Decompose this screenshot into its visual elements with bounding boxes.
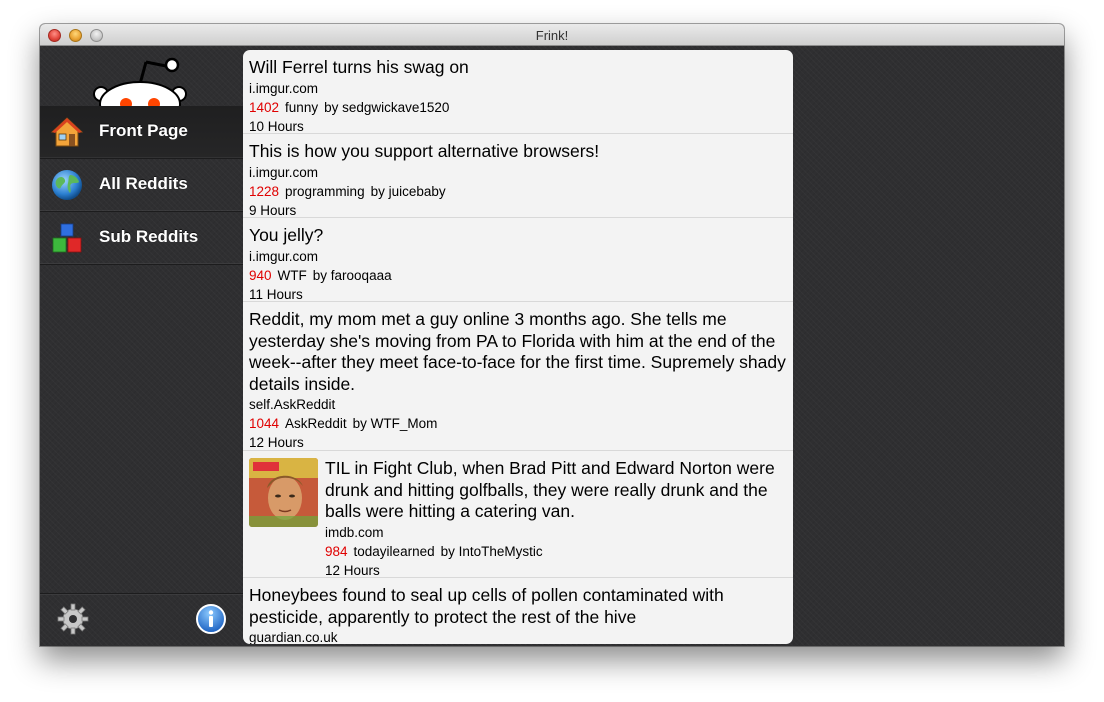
blocks-icon xyxy=(52,223,82,253)
post-subreddit[interactable]: programming xyxy=(285,184,365,199)
sidebar: Front Page All Reddits Sub Reddits xyxy=(40,46,243,646)
post-author: by IntoTheMystic xyxy=(440,543,543,559)
post-author: by WTF_Mom xyxy=(352,416,438,431)
globe-icon xyxy=(52,170,82,200)
sidebar-item-label: All Reddits xyxy=(99,174,188,193)
post-author: by sedgwickave1520 xyxy=(324,99,450,115)
app-window: Frink! Front Page All Reddits Sub Reddit… xyxy=(40,24,1064,646)
sidebar-footer xyxy=(40,593,243,646)
post-subreddit[interactable]: funny xyxy=(285,100,318,115)
post-domain: i.imgur.com xyxy=(249,164,319,180)
sidebar-item-sub-reddits[interactable]: Sub Reddits xyxy=(40,212,243,265)
list-item[interactable]: TIL in Fight Club, when Brad Pitt and Ed… xyxy=(243,451,793,578)
post-list: Will Ferrel turns his swag on i.imgur.co… xyxy=(243,50,793,644)
list-item[interactable]: Will Ferrel turns his swag on i.imgur.co… xyxy=(243,50,793,134)
list-item[interactable]: This is how you support alternative brow… xyxy=(243,134,793,218)
info-icon[interactable] xyxy=(195,603,227,635)
reddit-alien-logo xyxy=(93,57,187,106)
sidebar-item-all-reddits[interactable]: All Reddits xyxy=(40,159,243,212)
window-title: Frink! xyxy=(535,28,569,43)
post-domain: imdb.com xyxy=(325,524,384,540)
post-age: 12 Hours xyxy=(325,562,380,578)
post-author: by farooqaaa xyxy=(312,267,392,283)
post-title[interactable]: You jelly? xyxy=(249,225,787,247)
post-title[interactable]: Honeybees found to seal up cells of poll… xyxy=(249,585,787,628)
post-subreddit[interactable]: WTF xyxy=(278,268,307,283)
fight-club-poster-thumbnail[interactable] xyxy=(249,458,318,527)
post-domain: i.imgur.com xyxy=(249,248,319,264)
post-domain: i.imgur.com xyxy=(249,80,319,96)
post-author: by juicebaby xyxy=(370,183,446,199)
post-title[interactable]: TIL in Fight Club, when Brad Pitt and Ed… xyxy=(325,458,787,523)
sidebar-item-label: Sub Reddits xyxy=(99,227,199,246)
post-title[interactable]: Reddit, my mom met a guy online 3 months… xyxy=(249,309,787,395)
post-info-line: 940 WTF by farooqaaa xyxy=(249,266,787,285)
title-bar: Frink! xyxy=(40,24,1064,46)
post-title[interactable]: This is how you support alternative brow… xyxy=(249,141,787,163)
gear-icon[interactable] xyxy=(57,603,89,635)
list-item[interactable]: Reddit, my mom met a guy online 3 months… xyxy=(243,302,793,451)
post-age: 9 Hours xyxy=(249,202,297,218)
post-score: 1402 xyxy=(249,99,280,115)
home-icon xyxy=(51,117,83,147)
post-info-line: 1044 AskReddit by WTF_Mom xyxy=(249,414,787,433)
post-subreddit[interactable]: todayilearned xyxy=(354,544,435,559)
post-subreddit[interactable]: AskReddit xyxy=(285,416,347,431)
post-info-line: 1228 programming by juicebaby xyxy=(249,182,787,201)
list-item[interactable]: You jelly? i.imgur.com 940 WTF by farooqaa… xyxy=(243,218,793,302)
post-score: 940 xyxy=(249,267,272,283)
app-content: Front Page All Reddits Sub Reddits Will … xyxy=(40,46,1064,646)
post-score: 1228 xyxy=(249,183,280,199)
post-score: 984 xyxy=(325,543,348,559)
post-score: 1044 xyxy=(249,416,280,431)
post-age: 10 Hours xyxy=(249,118,304,134)
list-item[interactable]: Honeybees found to seal up cells of poll… xyxy=(243,578,793,644)
sidebar-nav: Front Page All Reddits Sub Reddits xyxy=(40,106,243,265)
post-age: 12 Hours xyxy=(249,435,304,450)
post-age: 11 Hours xyxy=(249,286,303,302)
post-domain: guardian.co.uk xyxy=(249,630,338,644)
post-info-line: 984 todayilearned by IntoTheMystic xyxy=(325,542,787,561)
sidebar-item-front-page[interactable]: Front Page xyxy=(40,106,243,159)
sidebar-item-label: Front Page xyxy=(99,121,188,140)
post-domain: self.AskReddit xyxy=(249,397,336,412)
post-title[interactable]: Will Ferrel turns his swag on xyxy=(249,57,787,79)
post-info-line: 1402 funny by sedgwickave1520 xyxy=(249,98,787,117)
post-body: TIL in Fight Club, when Brad Pitt and Ed… xyxy=(325,458,787,580)
